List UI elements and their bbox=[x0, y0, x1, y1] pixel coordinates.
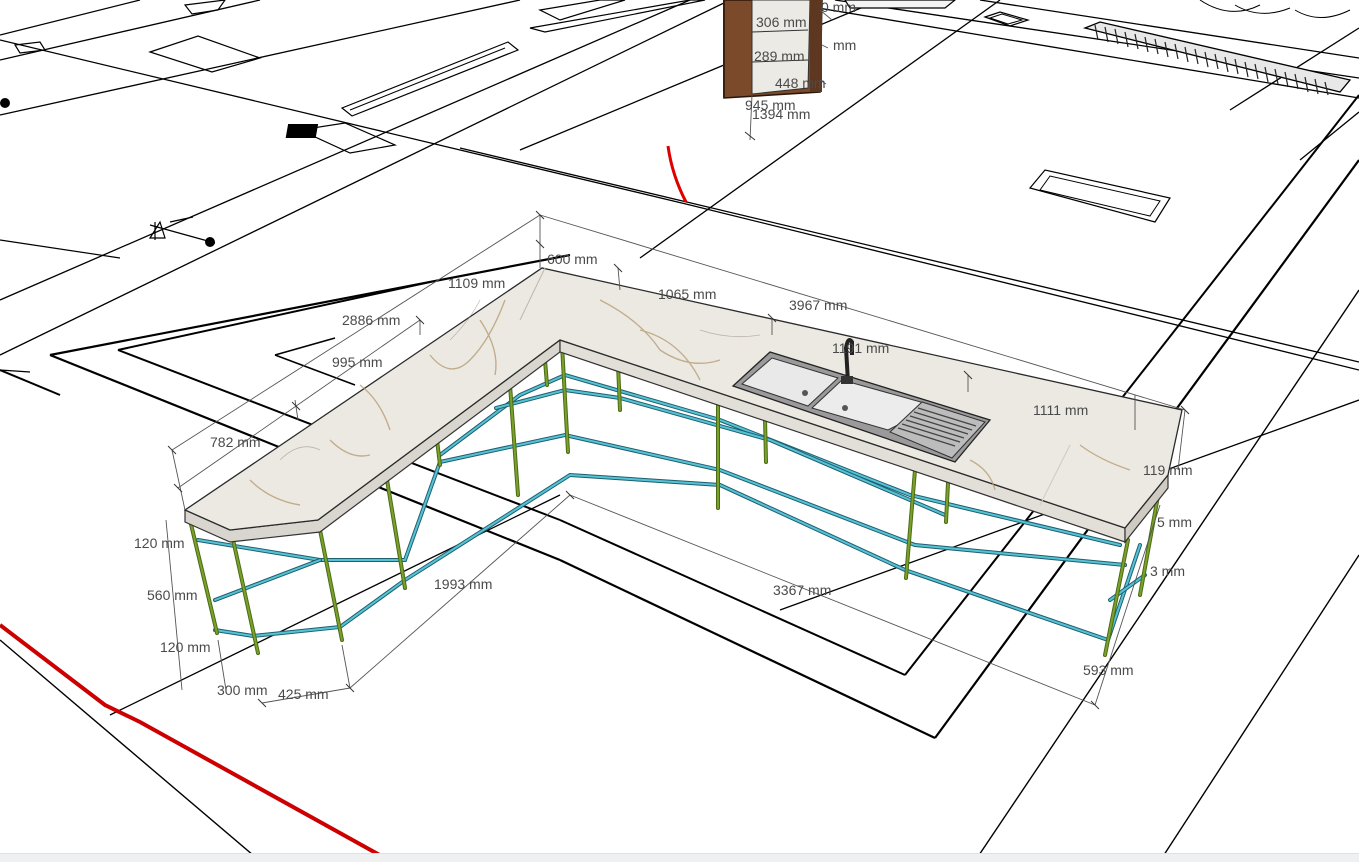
dim-120-bottom: 120 mm bbox=[160, 639, 211, 655]
cabinet-dimension-labels: 306 mm 0 mm 289 mm mm 448 mm 945 mm 1394… bbox=[745, 0, 856, 122]
dim-label: 1394 mm bbox=[752, 106, 810, 122]
dim-1065: 1065 mm bbox=[658, 286, 716, 302]
dim-119: 119 mm bbox=[1143, 462, 1193, 478]
model-scene[interactable]: 306 mm 0 mm 289 mm mm 448 mm 945 mm 1394… bbox=[0, 0, 1359, 853]
dim-600: 600 mm bbox=[547, 251, 598, 267]
dim-1109: 1109 mm bbox=[448, 275, 505, 291]
dim-5: 5 mm bbox=[1157, 514, 1192, 530]
dim-1191: 1191 mm bbox=[832, 340, 889, 356]
dim-label: 0 mm bbox=[821, 0, 856, 15]
dim-label: 306 mm bbox=[756, 14, 807, 30]
dim-995: 995 mm bbox=[332, 354, 383, 370]
dim-1993: 1993 mm bbox=[434, 576, 492, 592]
dim-560: 560 mm bbox=[147, 587, 198, 603]
dim-300: 300 mm bbox=[217, 682, 268, 698]
sketchup-viewport[interactable]: 306 mm 0 mm 289 mm mm 448 mm 945 mm 1394… bbox=[0, 0, 1359, 861]
dim-3: 3 mm bbox=[1150, 563, 1185, 579]
dim-label: mm bbox=[833, 37, 856, 53]
dim-593: 593 mm bbox=[1083, 662, 1134, 678]
dim-1111: 1111 mm bbox=[1033, 402, 1088, 418]
dim-120-top: 120 mm bbox=[134, 535, 185, 551]
dim-3967: 3967 mm bbox=[789, 297, 847, 313]
dim-3367: 3367 mm bbox=[773, 582, 831, 598]
dim-label: 448 mm bbox=[775, 75, 826, 91]
dim-782: 782 mm bbox=[210, 434, 261, 450]
dim-label: 289 mm bbox=[754, 48, 805, 64]
dim-2886: 2886 mm bbox=[342, 312, 400, 328]
dim-425: 425 mm bbox=[278, 686, 329, 702]
drain-grate-icon bbox=[844, 0, 1352, 96]
